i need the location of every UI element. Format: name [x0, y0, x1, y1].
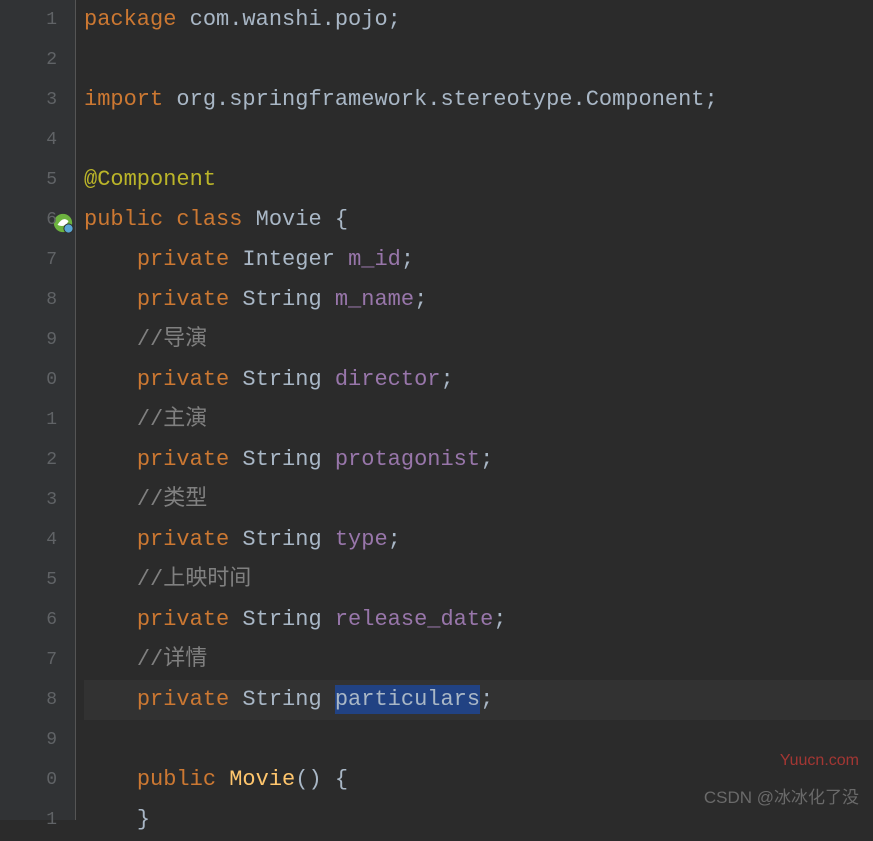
token-import-cls: Component	[586, 87, 705, 112]
line-number: 7	[0, 640, 57, 680]
token-kw: private	[137, 247, 229, 272]
token-cmt: //主演	[137, 407, 207, 432]
line-number: 9	[0, 320, 57, 360]
token-selected: particulars	[335, 685, 480, 714]
token-field: protagonist	[335, 447, 480, 472]
code-line[interactable]: private Integer m_id;	[84, 240, 873, 280]
code-line[interactable]: private String release_date;	[84, 600, 873, 640]
code-line[interactable]: private String particulars;	[84, 680, 873, 720]
token-plain: String	[229, 687, 335, 712]
token-plain: String	[229, 447, 335, 472]
token-kw: private	[137, 687, 229, 712]
code-line[interactable]: import org.springframework.stereotype.Co…	[84, 80, 873, 120]
token-kw: package	[84, 7, 176, 32]
line-number: 1	[0, 400, 57, 440]
token-plain: ;	[414, 287, 427, 312]
token-kw: public class	[84, 207, 242, 232]
watermark-csdn: CSDN @冰冰化了没	[704, 783, 859, 808]
token-plain: ;	[480, 447, 493, 472]
token-ann: @Component	[84, 167, 216, 192]
code-line[interactable]: public class Movie {	[84, 200, 873, 240]
line-number: 1	[0, 0, 57, 40]
token-field: m_name	[335, 287, 414, 312]
line-number: 3	[0, 480, 57, 520]
token-field: m_id	[348, 247, 401, 272]
code-line[interactable]: private String m_name;	[84, 280, 873, 320]
code-line[interactable]	[84, 40, 873, 80]
token-plain: ;	[440, 367, 453, 392]
code-line[interactable]: private String type;	[84, 520, 873, 560]
token-plain: Movie {	[242, 207, 348, 232]
line-number: 0	[0, 760, 57, 800]
token-plain: ;	[388, 527, 401, 552]
line-number: 6	[0, 600, 57, 640]
token-field: release_date	[335, 607, 493, 632]
token-cmt: //上映时间	[137, 567, 251, 592]
line-number: 1	[0, 800, 57, 840]
code-line[interactable]	[84, 720, 873, 760]
token-plain: ;	[401, 247, 414, 272]
code-line[interactable]: private String protagonist;	[84, 440, 873, 480]
token-field: director	[335, 367, 441, 392]
code-line[interactable]: //主演	[84, 400, 873, 440]
line-number: 3	[0, 80, 57, 120]
code-line[interactable]: @Component	[84, 160, 873, 200]
code-line[interactable]: //类型	[84, 480, 873, 520]
code-line[interactable]	[84, 120, 873, 160]
token-plain: Integer	[229, 247, 348, 272]
line-number: 9	[0, 720, 57, 760]
line-number: 4	[0, 120, 57, 160]
token-kw: private	[137, 287, 229, 312]
line-number: 5	[0, 560, 57, 600]
token-plain: String	[229, 367, 335, 392]
line-number: 0	[0, 360, 57, 400]
token-plain: ;	[705, 87, 718, 112]
token-kw: private	[137, 527, 229, 552]
token-cmt: //导演	[137, 327, 207, 352]
code-line[interactable]: package com.wanshi.pojo;	[84, 0, 873, 40]
code-line[interactable]: //详情	[84, 640, 873, 680]
gutter: 123456789012345678901	[0, 0, 76, 820]
line-number: 7	[0, 240, 57, 280]
code-editor[interactable]: 123456789012345678901 package com.wanshi…	[0, 0, 873, 820]
watermark-yuucn: Yuucn.com	[780, 752, 859, 770]
token-kw: private	[137, 607, 229, 632]
code-area[interactable]: package com.wanshi.pojo; import org.sprin…	[76, 0, 873, 820]
line-number: 5	[0, 160, 57, 200]
token-kw: public	[137, 767, 216, 792]
token-cmt: //类型	[137, 487, 207, 512]
token-method: Movie	[229, 767, 295, 792]
token-plain: ;	[493, 607, 506, 632]
line-number: 2	[0, 40, 57, 80]
token-plain: String	[229, 527, 335, 552]
code-line[interactable]: //导演	[84, 320, 873, 360]
token-plain: com.wanshi.pojo;	[176, 7, 400, 32]
token-kw: private	[137, 447, 229, 472]
code-line[interactable]: //上映时间	[84, 560, 873, 600]
line-number: 8	[0, 680, 57, 720]
token-field: type	[335, 527, 388, 552]
token-kw: private	[137, 367, 229, 392]
token-plain	[216, 767, 229, 792]
line-number: 6	[0, 200, 57, 240]
line-number: 4	[0, 520, 57, 560]
token-plain: String	[229, 607, 335, 632]
token-plain: String	[229, 287, 335, 312]
line-number: 2	[0, 440, 57, 480]
line-number: 8	[0, 280, 57, 320]
token-plain: ;	[480, 687, 493, 712]
code-line[interactable]: private String director;	[84, 360, 873, 400]
token-cmt: //详情	[137, 647, 207, 672]
token-plain: () {	[295, 767, 348, 792]
token-plain: org.springframework.stereotype.	[163, 87, 585, 112]
token-kw: import	[84, 87, 163, 112]
